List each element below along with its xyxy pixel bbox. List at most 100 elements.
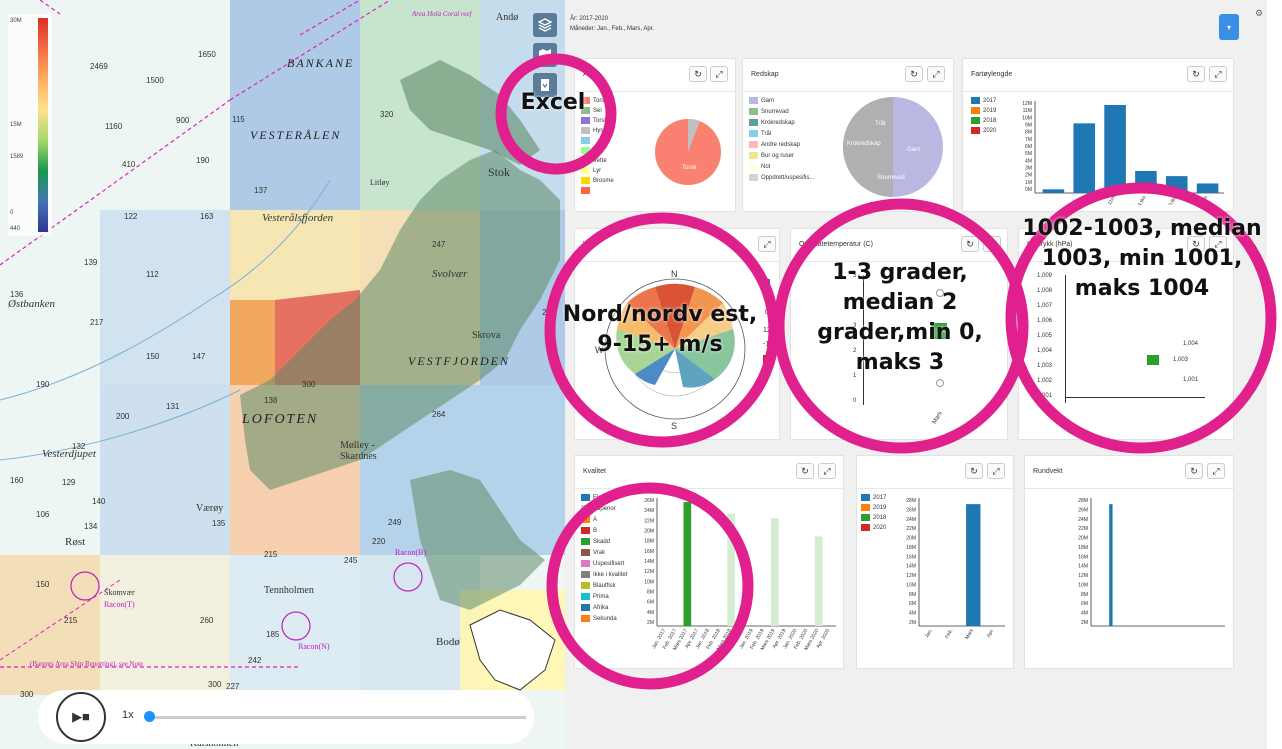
- legend-item[interactable]: Blautfisk: [581, 582, 616, 589]
- y-tick-label: 22M: [1078, 526, 1088, 532]
- legend-item[interactable]: Vette: [581, 157, 607, 164]
- legend-item[interactable]: Sekunda: [581, 615, 617, 622]
- legend-item[interactable]: B: [581, 527, 597, 534]
- y-tick-label: 6M: [909, 601, 916, 607]
- legend-item[interactable]: Bur og ruser: [749, 152, 794, 159]
- legend-item[interactable]: 2018: [971, 117, 996, 124]
- pie-label: Snurrevad: [877, 175, 905, 181]
- playback-speed[interactable]: 1x: [122, 709, 134, 721]
- depth-sounding: 410: [122, 160, 136, 169]
- refresh-icon[interactable]: ↻: [905, 66, 923, 82]
- legend-item[interactable]: Ikke i kvalitet: [581, 571, 627, 578]
- legend-item[interactable]: 2017: [971, 97, 996, 104]
- play-pause-button[interactable]: ▶■: [56, 692, 106, 742]
- legend-item[interactable]: Trål: [749, 130, 771, 137]
- legend-item[interactable]: Garn: [749, 97, 774, 104]
- legend-item[interactable]: Hyse: [581, 127, 607, 134]
- y-tick-label: 8M: [909, 592, 916, 598]
- legend-swatch: [581, 127, 590, 134]
- depth-sounding: 264: [432, 410, 446, 419]
- legend-item[interactable]: 2019: [861, 504, 886, 511]
- refresh-icon[interactable]: ↻: [796, 463, 814, 479]
- map-label: Tennholmen: [264, 585, 314, 596]
- refresh-icon[interactable]: ↻: [961, 236, 979, 252]
- y-tick-label: 24M: [1078, 517, 1088, 523]
- bar: [1073, 123, 1096, 193]
- legend-item[interactable]: Superior: [581, 505, 616, 512]
- legend-swatch: [581, 582, 590, 589]
- expand-icon[interactable]: ⤢: [710, 66, 728, 82]
- layers-icon[interactable]: [533, 13, 557, 37]
- legend-item[interactable]: 2020: [971, 127, 996, 134]
- map-icon[interactable]: [533, 43, 557, 67]
- card-divider: [575, 261, 779, 262]
- legend-item[interactable]: Prima: [581, 593, 609, 600]
- nautical-map[interactable]: BANKANE VESTERÅLEN Vesterålsfjorden Svol…: [0, 0, 565, 749]
- expand-icon[interactable]: ⤢: [1209, 66, 1227, 82]
- legend-item[interactable]: 2020: [861, 524, 886, 531]
- legend-item[interactable]: Andre redskap: [749, 141, 800, 148]
- wind-dir-label: N: [671, 269, 678, 279]
- expand-icon[interactable]: ⤢: [927, 66, 945, 82]
- y-tick-label: 20M: [644, 529, 654, 535]
- time-slider-track[interactable]: [150, 716, 526, 719]
- legend-item[interactable]: [581, 187, 593, 194]
- legend-item[interactable]: Vrak: [581, 549, 605, 556]
- legend-item[interactable]: Afrika: [581, 604, 608, 611]
- depth-sounding: 249: [388, 518, 402, 527]
- legend-item[interactable]: A: [581, 516, 597, 523]
- legend-item[interactable]: [581, 137, 593, 144]
- refresh-icon[interactable]: ↻: [965, 463, 983, 479]
- card-divider: [743, 91, 953, 92]
- legend-item[interactable]: Ekstra: [581, 494, 610, 501]
- y-tick-label: 4M: [1081, 611, 1088, 617]
- depth-sounding: 2469: [90, 62, 108, 71]
- legend-swatch: [971, 107, 980, 114]
- legend-label: Superior: [593, 506, 616, 513]
- map-label: BANKANE: [287, 56, 355, 70]
- y-tick-label: 10M: [1022, 115, 1032, 121]
- legend-item[interactable]: Not: [749, 163, 770, 170]
- legend-item[interactable]: 2018: [861, 514, 886, 521]
- depth-sounding: 300: [302, 380, 316, 389]
- legend-item[interactable]: Krokredskap: [749, 119, 795, 126]
- time-slider-thumb[interactable]: [144, 711, 155, 722]
- depth-legend: 30M 15M 1589 0 440: [8, 14, 52, 236]
- legend-item[interactable]: Snurrevad: [749, 108, 789, 115]
- expand-icon[interactable]: ⤢: [987, 463, 1005, 479]
- map-label: Andø: [496, 12, 519, 23]
- expand-icon[interactable]: ⤢: [983, 236, 1001, 252]
- expand-icon[interactable]: ⤢: [758, 236, 776, 252]
- legend-item[interactable]: [581, 147, 593, 154]
- y-tick-label: 1M: [1025, 180, 1032, 186]
- depth-sounding: 138: [264, 396, 278, 405]
- bar: [1165, 176, 1188, 193]
- refresh-icon[interactable]: ↻: [1187, 66, 1205, 82]
- depth-legend-bar: [38, 18, 48, 232]
- legend-item[interactable]: Skadd: [581, 538, 610, 545]
- landings-bar-chart: 28M 26M 24M 22M 20M 18M 16M 14M 12M 10M 8M 6M 4M 2M Ja…: [906, 498, 1005, 641]
- map-label: Racon(N): [298, 642, 330, 651]
- legend-item[interactable]: 2019: [971, 107, 996, 114]
- legend-item[interactable]: Uspesifisert: [581, 560, 624, 567]
- x-tick-label: 21-27.9m: [1194, 195, 1210, 205]
- refresh-icon[interactable]: ↻: [689, 66, 707, 82]
- y-tick-label: 11M: [1023, 108, 1032, 114]
- legend-item[interactable]: Oppdrett/uspesifis...: [749, 174, 814, 181]
- expand-icon[interactable]: ⤢: [1207, 463, 1225, 479]
- card-art: Art ↻ ⤢ Torsk Sei Torsk Hyse Vette Lyr Brosme …: [574, 58, 736, 212]
- depth-sounding: 900: [176, 116, 190, 125]
- legend-item[interactable]: Lyr: [581, 167, 601, 174]
- map-background: [0, 0, 565, 749]
- filter-dropdown-button[interactable]: ▾: [1219, 14, 1239, 40]
- y-tick-label: 1,004: [1037, 348, 1053, 354]
- expand-icon[interactable]: ⤢: [818, 463, 836, 479]
- legend-swatch: [581, 117, 590, 124]
- legend-item[interactable]: 2017: [861, 494, 886, 501]
- refresh-icon[interactable]: ↻: [1185, 463, 1203, 479]
- legend-item[interactable]: Torsk: [581, 117, 607, 124]
- filter-summary: År: 2017-2020 Måneder: Jan., Feb., Mars,…: [570, 14, 654, 34]
- legend-label: 2017: [983, 98, 997, 105]
- legend-item[interactable]: Brosme: [581, 177, 614, 184]
- settings-icon[interactable]: ⚙: [1255, 8, 1263, 19]
